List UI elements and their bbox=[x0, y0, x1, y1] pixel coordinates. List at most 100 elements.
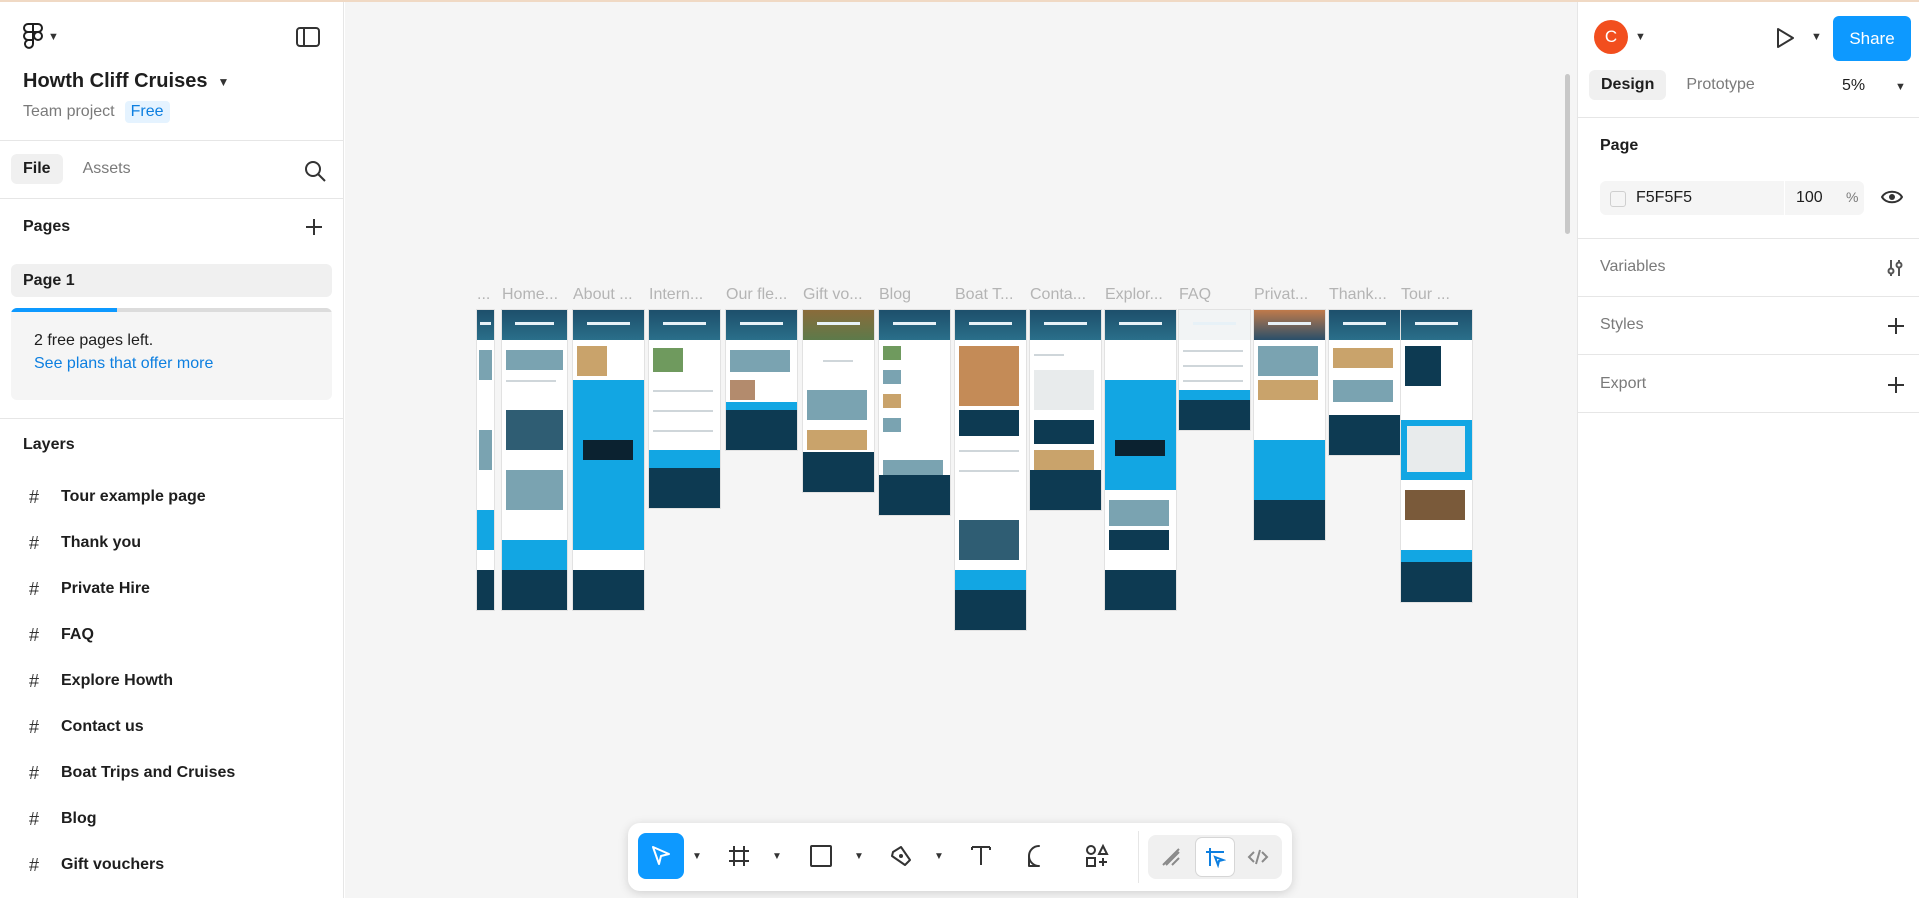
frame-hash-icon: # bbox=[28, 854, 39, 875]
chevron-down-icon[interactable]: ▼ bbox=[1635, 31, 1646, 43]
frame-label[interactable]: ... bbox=[477, 286, 490, 304]
right-panel: C ▼ ▼ Share Design Prototype 5% ▼ Page F… bbox=[1577, 2, 1919, 898]
frame-label[interactable]: Privat... bbox=[1254, 286, 1308, 304]
layer-item[interactable]: # Gift vouchers bbox=[27, 853, 164, 877]
frame-label[interactable]: Intern... bbox=[649, 286, 703, 304]
tab-file[interactable]: File bbox=[11, 154, 63, 184]
chevron-down-icon[interactable]: ▼ bbox=[772, 851, 782, 862]
move-tool-button[interactable] bbox=[638, 833, 684, 879]
frame-thumbnail[interactable] bbox=[502, 310, 567, 610]
frame-thumbnail[interactable] bbox=[1401, 310, 1472, 602]
frame-label[interactable]: FAQ bbox=[1179, 286, 1211, 304]
frame-thumbnail[interactable] bbox=[1329, 310, 1400, 455]
canvas-scrollbar[interactable] bbox=[1565, 74, 1570, 234]
design-mode-icon bbox=[1206, 848, 1226, 868]
file-tabs: File Assets bbox=[11, 154, 143, 184]
frame-thumbnail[interactable] bbox=[1105, 310, 1176, 610]
divider bbox=[1578, 412, 1919, 413]
project-type[interactable]: Team project bbox=[23, 103, 115, 121]
rectangle-tool-button[interactable] bbox=[798, 833, 844, 879]
project-meta: Team project Free bbox=[23, 101, 170, 123]
layer-item[interactable]: # Thank you bbox=[27, 531, 141, 555]
add-page-plus-icon[interactable] bbox=[304, 217, 324, 237]
layer-item[interactable]: # Blog bbox=[27, 807, 97, 831]
frame-tool-button[interactable] bbox=[716, 833, 762, 879]
pages-heading: Pages bbox=[23, 218, 71, 235]
bottom-toolbar: ▼ ▼ ▼ ▼ bbox=[628, 823, 1292, 891]
frame-label[interactable]: Gift vo... bbox=[803, 286, 863, 304]
project-name: Howth Cliff Cruises bbox=[23, 70, 208, 92]
see-plans-link[interactable]: See plans that offer more bbox=[34, 355, 213, 373]
add-style-plus-icon[interactable] bbox=[1886, 316, 1906, 336]
layers-heading: Layers bbox=[23, 436, 75, 453]
chevron-down-icon[interactable]: ▼ bbox=[934, 851, 944, 862]
text-tool-button[interactable] bbox=[958, 833, 1004, 879]
frame-thumbnail[interactable] bbox=[803, 310, 874, 492]
layer-item[interactable]: # Tour example page bbox=[27, 485, 206, 509]
page-color-field[interactable]: F5F5F5 100 % bbox=[1600, 181, 1864, 215]
tab-design[interactable]: Design bbox=[1589, 70, 1667, 100]
pen-tool-button[interactable] bbox=[878, 833, 924, 879]
layer-item[interactable]: # Private Hire bbox=[27, 577, 150, 601]
frame-thumbnail[interactable] bbox=[1254, 310, 1325, 540]
dev-mode-button[interactable] bbox=[1239, 838, 1277, 876]
actions-button[interactable] bbox=[1074, 833, 1120, 879]
plan-badge[interactable]: Free bbox=[124, 101, 170, 123]
chevron-down-icon[interactable]: ▼ bbox=[854, 851, 864, 862]
design-mode-button[interactable] bbox=[1196, 838, 1234, 876]
layer-item[interactable]: # Boat Trips and Cruises bbox=[27, 761, 235, 785]
canvas[interactable]: ... Home... About ... Intern... Our fle.… bbox=[345, 2, 1577, 898]
chevron-down-icon[interactable]: ▼ bbox=[692, 851, 702, 862]
frame-label[interactable]: Tour ... bbox=[1401, 286, 1450, 304]
frame-hash-icon: # bbox=[28, 532, 39, 553]
avatar[interactable]: C bbox=[1594, 20, 1628, 54]
frame-thumbnail[interactable] bbox=[1030, 310, 1101, 510]
tab-prototype[interactable]: Prototype bbox=[1674, 70, 1766, 100]
frame-label[interactable]: Thank... bbox=[1329, 286, 1387, 304]
frame-hash-icon: # bbox=[28, 762, 39, 783]
panel-toggle-icon[interactable] bbox=[296, 27, 320, 47]
chevron-down-icon[interactable]: ▼ bbox=[1811, 31, 1822, 43]
frame-thumbnail[interactable] bbox=[573, 310, 644, 610]
frame-label[interactable]: About ... bbox=[573, 286, 633, 304]
main-menu-button[interactable]: ▼ bbox=[22, 22, 59, 52]
frame-label[interactable]: Boat T... bbox=[955, 286, 1013, 304]
layer-item[interactable]: # FAQ bbox=[27, 623, 94, 647]
page-color-hex[interactable]: F5F5F5 bbox=[1636, 189, 1692, 207]
frame-thumbnail[interactable] bbox=[879, 310, 950, 515]
layer-item[interactable]: # Contact us bbox=[27, 715, 144, 739]
share-button[interactable]: Share bbox=[1833, 16, 1911, 61]
layer-label: Gift vouchers bbox=[61, 856, 165, 873]
dev-mode-icon bbox=[1247, 849, 1269, 865]
comment-tool-button[interactable] bbox=[1016, 833, 1062, 879]
chevron-down-icon: ▼ bbox=[217, 74, 230, 89]
chevron-down-icon[interactable]: ▼ bbox=[1895, 81, 1906, 93]
page-item-label: Page 1 bbox=[23, 272, 75, 289]
adjust-icon[interactable] bbox=[1885, 258, 1905, 278]
frame-label[interactable]: Blog bbox=[879, 286, 911, 304]
tab-assets[interactable]: Assets bbox=[71, 154, 143, 184]
eye-icon[interactable] bbox=[1880, 188, 1904, 206]
draw-mode-button[interactable] bbox=[1152, 838, 1190, 876]
zoom-level[interactable]: 5% bbox=[1842, 77, 1865, 95]
color-swatch[interactable] bbox=[1610, 191, 1626, 207]
project-title[interactable]: Howth Cliff Cruises ▼ bbox=[23, 70, 229, 93]
free-pages-progress bbox=[11, 308, 332, 312]
frame-label[interactable]: Conta... bbox=[1030, 286, 1086, 304]
layer-item[interactable]: # Explore Howth bbox=[27, 669, 173, 693]
frame-thumbnail[interactable] bbox=[649, 310, 720, 508]
rectangle-tool-icon bbox=[810, 845, 832, 867]
frame-thumbnail[interactable] bbox=[477, 310, 494, 610]
page-opacity[interactable]: 100 bbox=[1796, 189, 1823, 207]
frame-label[interactable]: Explor... bbox=[1105, 286, 1163, 304]
frame-label[interactable]: Home... bbox=[502, 286, 558, 304]
divider bbox=[1578, 238, 1919, 239]
frame-thumbnail[interactable] bbox=[726, 310, 797, 450]
search-icon[interactable] bbox=[303, 159, 327, 183]
play-icon[interactable] bbox=[1773, 26, 1797, 50]
add-export-plus-icon[interactable] bbox=[1886, 375, 1906, 395]
frame-thumbnail[interactable] bbox=[955, 310, 1026, 630]
frame-thumbnail[interactable] bbox=[1179, 310, 1250, 430]
frame-label[interactable]: Our fle... bbox=[726, 286, 787, 304]
page-item-page-1[interactable]: Page 1 bbox=[11, 264, 332, 297]
